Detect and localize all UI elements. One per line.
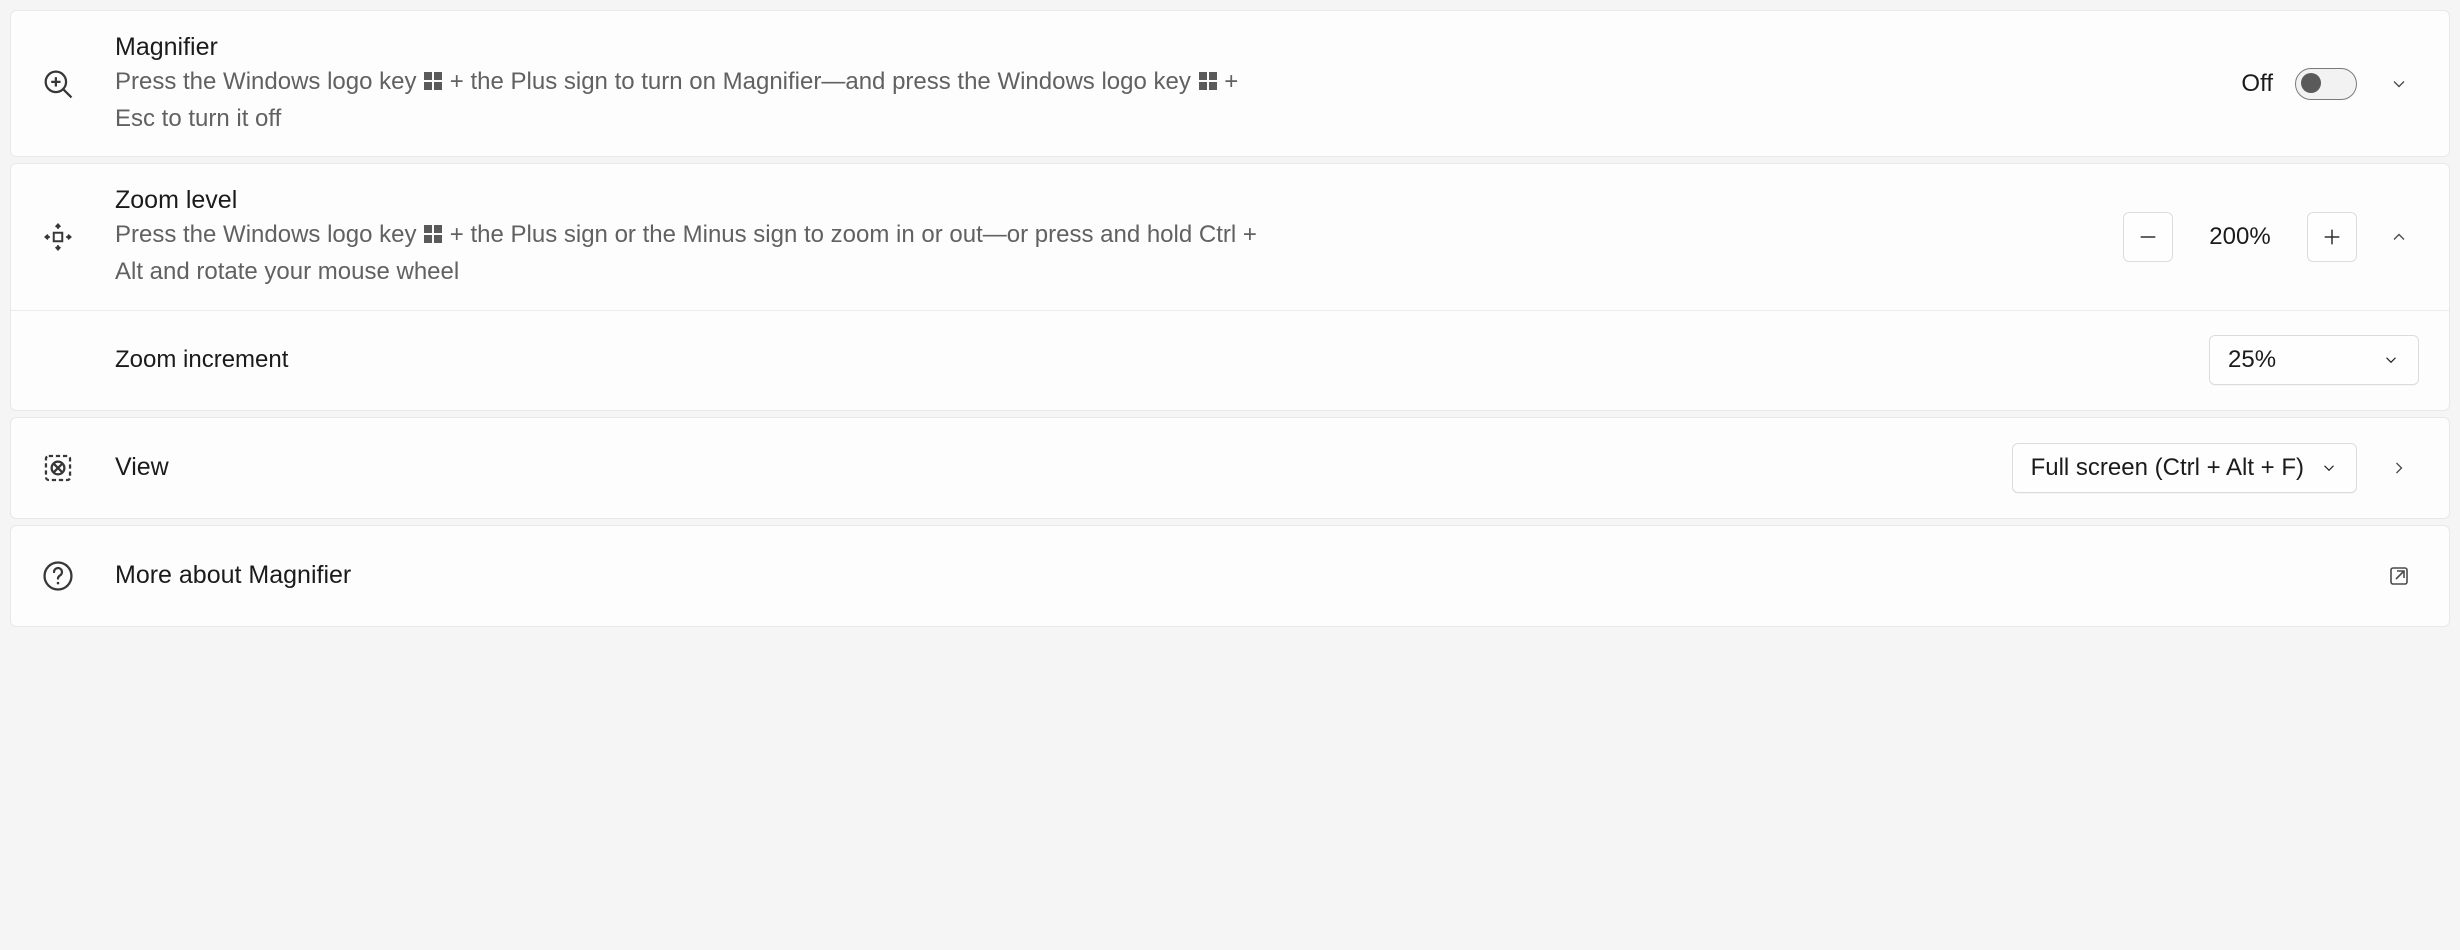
zoom-icon: [41, 220, 115, 254]
magnifier-row[interactable]: Magnifier Press the Windows logo key + t…: [11, 11, 2449, 156]
open-link-button[interactable]: [2379, 564, 2419, 588]
magnifier-title: Magnifier: [115, 31, 2217, 65]
magnifier-toggle-label: Off: [2241, 70, 2273, 98]
expand-view-button[interactable]: [2379, 458, 2419, 478]
view-value: Full screen (Ctrl + Alt + F): [2031, 454, 2304, 482]
zoom-card: Zoom level Press the Windows logo key + …: [10, 163, 2450, 410]
collapse-zoom-button[interactable]: [2379, 227, 2419, 247]
view-controls: Full screen (Ctrl + Alt + F): [2012, 443, 2419, 493]
windows-key-icon: [423, 67, 443, 102]
zoom-row[interactable]: Zoom level Press the Windows logo key + …: [11, 164, 2449, 309]
expand-magnifier-button[interactable]: [2379, 74, 2419, 94]
help-icon: [41, 559, 115, 593]
magnifier-card: Magnifier Press the Windows logo key + t…: [10, 10, 2450, 157]
more-title: More about Magnifier: [115, 559, 2355, 593]
zoom-increment-text: Zoom increment: [115, 344, 2209, 376]
zoom-increment-value: 25%: [2228, 346, 2276, 374]
magnifier-icon: [41, 67, 115, 101]
zoom-value: 200%: [2195, 223, 2285, 251]
view-icon: [41, 451, 115, 485]
zoom-title: Zoom level: [115, 184, 2099, 218]
view-row[interactable]: View Full screen (Ctrl + Alt + F): [11, 418, 2449, 518]
zoom-increment-label: Zoom increment: [115, 344, 2185, 376]
zoom-controls: 200%: [2123, 212, 2419, 262]
zoom-description: Press the Windows logo key + the Plus si…: [115, 218, 1275, 290]
more-row[interactable]: More about Magnifier: [11, 526, 2449, 626]
more-card: More about Magnifier: [10, 525, 2450, 627]
view-title: View: [115, 451, 1988, 485]
magnifier-controls: Off: [2241, 68, 2419, 100]
zoom-out-button[interactable]: [2123, 212, 2173, 262]
zoom-in-button[interactable]: [2307, 212, 2357, 262]
more-text: More about Magnifier: [115, 559, 2379, 593]
chevron-down-icon: [2320, 459, 2338, 477]
magnifier-text: Magnifier Press the Windows logo key + t…: [115, 31, 2241, 136]
magnifier-toggle[interactable]: [2295, 68, 2357, 100]
zoom-increment-select[interactable]: 25%: [2209, 335, 2419, 385]
windows-key-icon: [423, 220, 443, 255]
zoom-text: Zoom level Press the Windows logo key + …: [115, 184, 2123, 289]
windows-key-icon: [1198, 67, 1218, 102]
view-select[interactable]: Full screen (Ctrl + Alt + F): [2012, 443, 2357, 493]
view-card: View Full screen (Ctrl + Alt + F): [10, 417, 2450, 519]
chevron-down-icon: [2382, 351, 2400, 369]
magnifier-description: Press the Windows logo key + the Plus si…: [115, 65, 1275, 137]
view-text: View: [115, 451, 2012, 485]
zoom-increment-row: Zoom increment 25%: [11, 310, 2449, 410]
zoom-increment-controls: 25%: [2209, 335, 2419, 385]
more-controls: [2379, 564, 2419, 588]
